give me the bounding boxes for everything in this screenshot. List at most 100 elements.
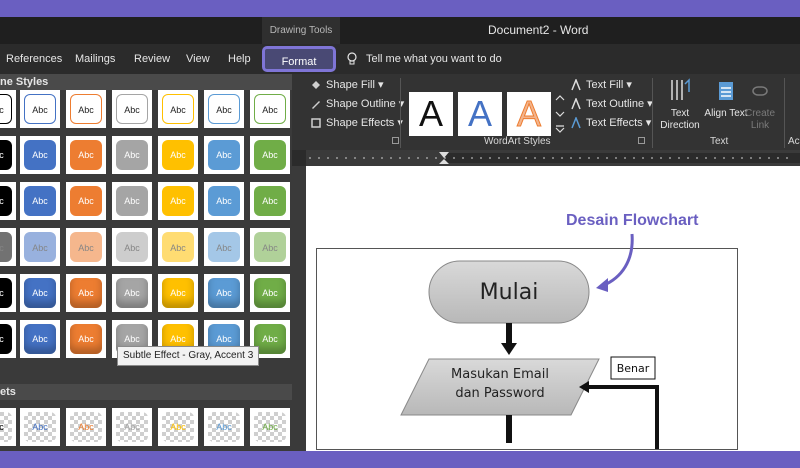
style-swatch-black[interactable]: Abc — [0, 182, 16, 220]
swatch-label: Abc — [208, 140, 240, 170]
style-swatch-blue[interactable]: Abc — [20, 274, 60, 312]
text-fill-label: Text Fill — [586, 79, 624, 91]
tell-me-search[interactable]: Tell me what you want to do — [346, 44, 502, 74]
document-title: Document2 - Word — [488, 23, 589, 37]
tab-review[interactable]: Review — [134, 44, 170, 74]
swatch-label: Abc — [116, 232, 148, 262]
text-outline-button[interactable]: Text Outline ▾ — [570, 95, 653, 113]
tab-view[interactable]: View — [186, 44, 210, 74]
wordart-style-orange[interactable]: A — [507, 92, 551, 136]
text-fill-button[interactable]: Text Fill ▾ — [570, 76, 632, 94]
dialog-launcher-icon[interactable] — [638, 137, 645, 144]
tooltip: Subtle Effect - Gray, Accent 3 — [117, 346, 260, 366]
style-swatch-blue[interactable]: Abc — [20, 320, 60, 358]
swatch-label: Abc — [162, 94, 194, 124]
style-swatch-black[interactable]: Abc — [0, 228, 16, 266]
text-effects-label: Text Effects — [586, 117, 643, 129]
shape-effects-button[interactable]: Shape Effects ▾ — [310, 114, 403, 132]
swatch-label: Abc — [162, 232, 194, 262]
style-swatch-blue[interactable]: Abc — [20, 90, 60, 128]
input-text-line1: Masukan Email — [451, 367, 549, 382]
style-swatch-black[interactable]: Abc — [0, 320, 16, 358]
wordart-style-blue[interactable]: A — [458, 92, 502, 136]
dialog-launcher-icon[interactable] — [392, 137, 399, 144]
lightbulb-icon — [347, 52, 357, 65]
style-swatch-orange[interactable]: Abc — [66, 136, 106, 174]
text-direction-icon — [671, 78, 690, 100]
style-swatch-green[interactable]: Abc — [250, 136, 290, 174]
style-swatch-blue[interactable]: Abc — [20, 136, 60, 174]
style-swatch-lightblue[interactable]: Abc — [204, 228, 244, 266]
swatch-label: Abc — [24, 94, 56, 124]
preset-swatch[interactable]: Abc — [66, 408, 106, 446]
swatch-label: Abc — [116, 278, 148, 308]
style-swatch-green[interactable]: Abc — [250, 182, 290, 220]
style-swatch-orange[interactable]: Abc — [66, 228, 106, 266]
swatch-label: Abc — [162, 186, 194, 216]
preset-swatch[interactable]: Abc — [250, 408, 290, 446]
style-swatch-blue[interactable]: Abc — [20, 182, 60, 220]
swatch-label: Abc — [0, 412, 12, 442]
swatch-label: Abc — [24, 232, 56, 262]
text-effects-button[interactable]: Text Effects ▾ — [570, 114, 651, 132]
tab-mailings[interactable]: Mailings — [75, 44, 115, 74]
text-direction-button[interactable]: Text Direction — [656, 78, 704, 132]
style-swatch-black[interactable]: Abc — [0, 90, 16, 128]
preset-swatch[interactable]: Abc — [112, 408, 152, 446]
preset-swatch[interactable]: Abc — [204, 408, 244, 446]
style-swatch-gold[interactable]: Abc — [158, 90, 198, 128]
style-swatch-blue[interactable]: Abc — [20, 228, 60, 266]
style-swatch-gray[interactable]: Abc — [112, 228, 152, 266]
style-swatch-black[interactable]: Abc — [0, 136, 16, 174]
preset-swatch[interactable]: Abc — [158, 408, 198, 446]
style-swatch-orange[interactable]: Abc — [66, 320, 106, 358]
style-swatch-gold[interactable]: Abc — [158, 228, 198, 266]
style-swatch-black[interactable]: Abc — [0, 274, 16, 312]
shape-styles-gallery: ne Styles AbcAbcAbcAbcAbcAbcAbcAbcAbcAbc… — [0, 74, 292, 451]
swatch-label: Abc — [70, 232, 102, 262]
style-swatch-gray[interactable]: Abc — [112, 90, 152, 128]
wordart-styles-label: WordArt Styles — [484, 136, 551, 147]
theme-styles-header: ne Styles — [0, 74, 292, 90]
style-swatch-gray[interactable]: Abc — [112, 136, 152, 174]
style-swatch-lightblue[interactable]: Abc — [204, 90, 244, 128]
swatch-label: Abc — [70, 278, 102, 308]
text-group-label: Text — [710, 136, 729, 147]
style-swatch-gold[interactable]: Abc — [158, 182, 198, 220]
swatch-label: Abc — [208, 94, 240, 124]
style-swatch-orange[interactable]: Abc — [66, 182, 106, 220]
style-swatch-lightblue[interactable]: Abc — [204, 274, 244, 312]
style-swatch-green[interactable]: Abc — [250, 90, 290, 128]
style-swatch-lightblue[interactable]: Abc — [204, 182, 244, 220]
style-swatch-lightblue[interactable]: Abc — [204, 136, 244, 174]
preset-swatch[interactable]: Abc — [0, 408, 16, 446]
style-swatch-gray[interactable]: Abc — [112, 182, 152, 220]
swatch-label: Abc — [70, 412, 102, 442]
tab-help[interactable]: Help — [228, 44, 251, 74]
swatch-label: Abc — [70, 94, 102, 124]
style-swatch-gold[interactable]: Abc — [158, 136, 198, 174]
swatch-label: Abc — [208, 232, 240, 262]
tab-references[interactable]: References — [6, 44, 62, 74]
shape-outline-button[interactable]: Shape Outline ▾ — [310, 95, 404, 113]
style-swatch-green[interactable]: Abc — [250, 274, 290, 312]
annotation-text: Desain Flowchart — [566, 212, 699, 229]
style-swatch-gray[interactable]: Abc — [112, 274, 152, 312]
swatch-label: Abc — [254, 186, 286, 216]
wordart-style-black[interactable]: A — [409, 92, 453, 136]
style-swatch-green[interactable]: Abc — [250, 228, 290, 266]
swatch-label: Abc — [254, 140, 286, 170]
wordart-scroll[interactable] — [554, 92, 566, 136]
separator — [652, 78, 653, 148]
style-swatch-orange[interactable]: Abc — [66, 90, 106, 128]
preset-swatch[interactable]: Abc — [20, 408, 60, 446]
shape-fill-button[interactable]: Shape Fill ▾ — [310, 76, 384, 94]
swatch-label: Abc — [208, 412, 240, 442]
indent-marker-icon — [439, 152, 449, 164]
style-swatch-orange[interactable]: Abc — [66, 274, 106, 312]
swatch-label: Abc — [116, 140, 148, 170]
swatch-label: Abc — [0, 186, 12, 216]
style-swatch-gold[interactable]: Abc — [158, 274, 198, 312]
tab-format[interactable]: Format — [262, 46, 336, 72]
paint-bucket-icon — [312, 81, 320, 90]
